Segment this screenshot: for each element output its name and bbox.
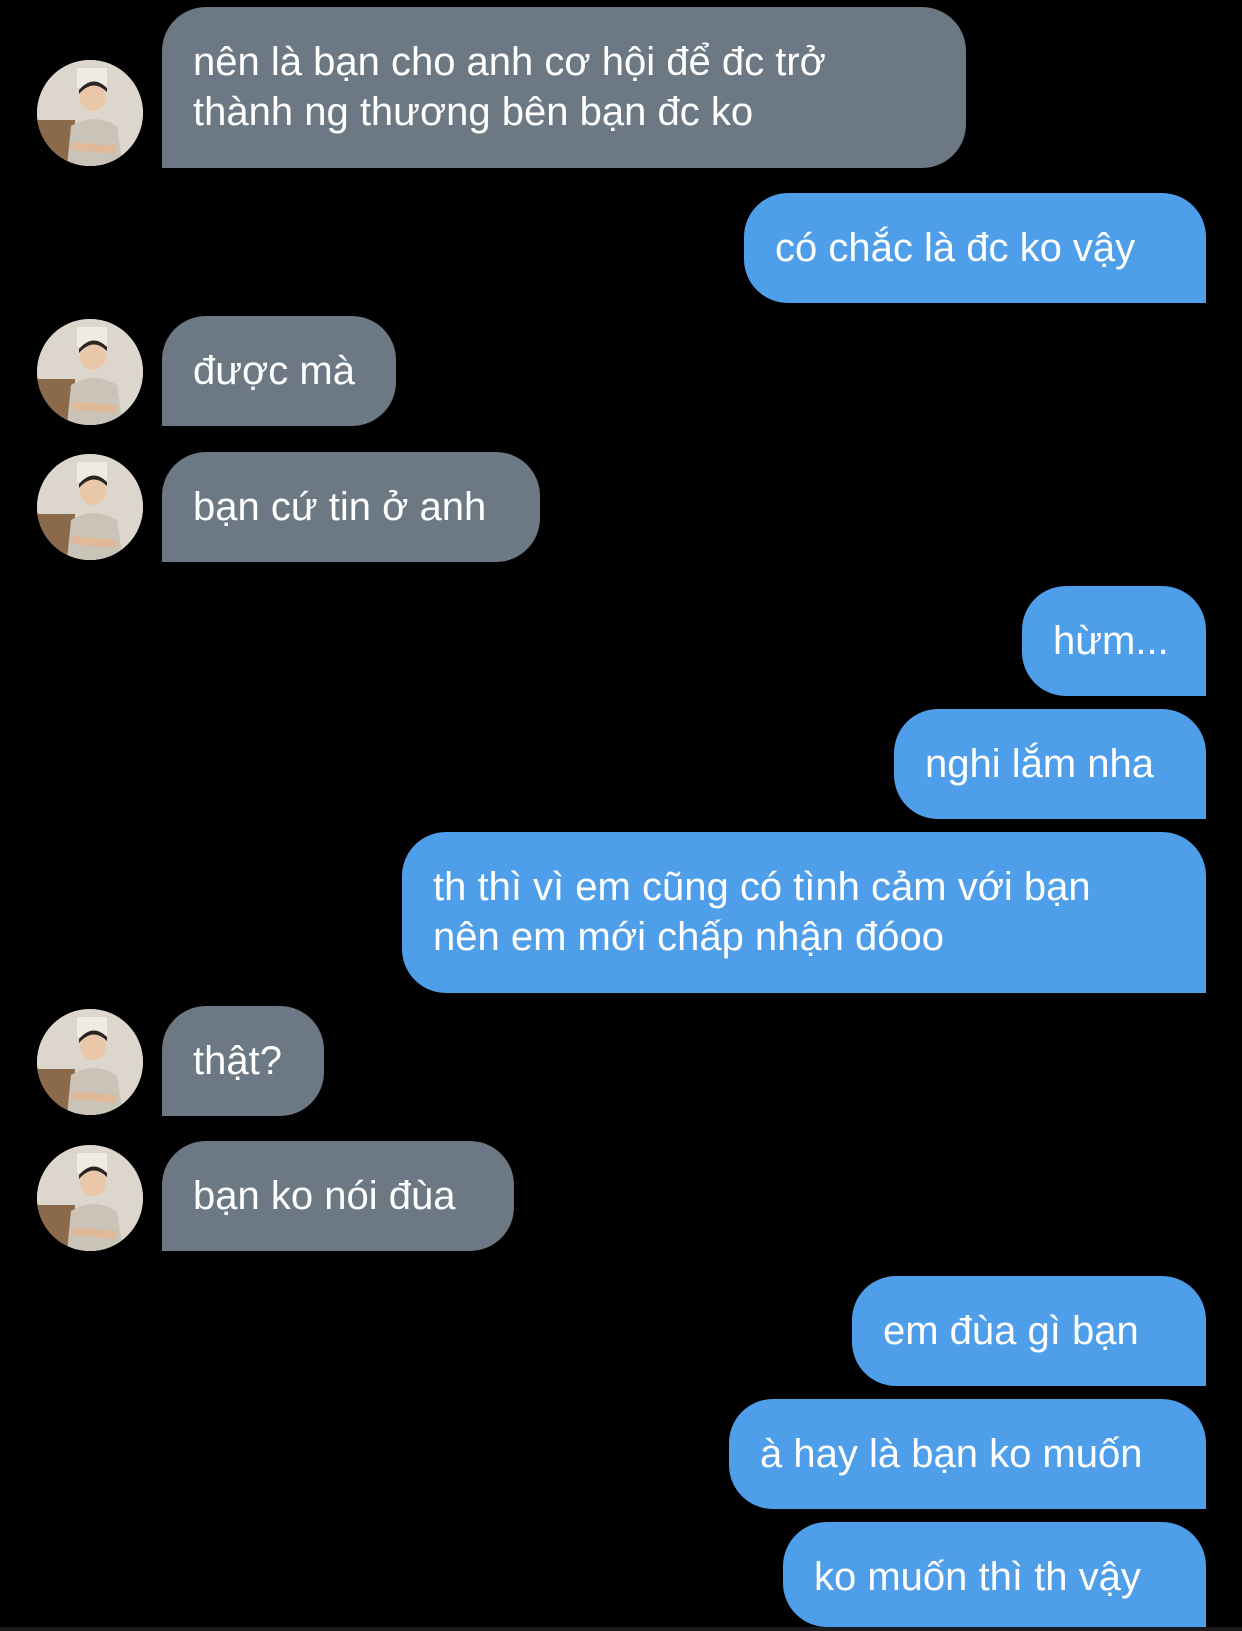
message-text: nên là bạn cho anh cơ hội để đc trở: [193, 40, 826, 84]
person-photo-icon: [37, 1009, 143, 1115]
person-photo-icon: [37, 319, 143, 425]
message-text: thật?: [193, 1039, 282, 1083]
message-text: được mà: [193, 349, 355, 393]
message-bubble-incoming[interactable]: bạn ko nói đùa: [162, 1141, 514, 1251]
message-bubble-outgoing[interactable]: hừm...: [1022, 586, 1206, 696]
avatar[interactable]: [37, 1009, 143, 1115]
message-text: hừm...: [1053, 619, 1169, 663]
message-text: th thì vì em cũng có tình cảm với bạn: [433, 865, 1091, 909]
message-text: bạn cứ tin ở anh: [193, 485, 487, 529]
message-text: à hay là bạn ko muốn: [760, 1432, 1143, 1476]
message-text: ko muốn thì th vậy: [814, 1555, 1141, 1599]
message-bubble-incoming[interactable]: thật?: [162, 1006, 324, 1116]
message-bubble-incoming[interactable]: được mà: [162, 316, 396, 426]
message-text: nên em mới chấp nhận đóoo: [433, 915, 945, 959]
message-bubble-outgoing[interactable]: nghi lắm nha: [894, 709, 1206, 819]
person-photo-icon: [37, 60, 143, 166]
divider: [0, 1627, 1242, 1631]
message-bubble-outgoing[interactable]: ko muốn thì th vậy: [783, 1522, 1206, 1627]
message-text: nghi lắm nha: [925, 742, 1155, 786]
message-thread[interactable]: nên là bạn cho anh cơ hội để đc trở thàn…: [0, 0, 1242, 1631]
person-photo-icon: [37, 454, 143, 560]
message-text: bạn ko nói đùa: [193, 1174, 456, 1218]
person-photo-icon: [37, 1145, 143, 1251]
message-text: thành ng thương bên bạn đc ko: [193, 90, 754, 134]
message-bubble-incoming[interactable]: nên là bạn cho anh cơ hội để đc trở thàn…: [162, 7, 966, 168]
avatar[interactable]: [37, 1145, 143, 1251]
message-bubble-outgoing[interactable]: à hay là bạn ko muốn: [729, 1399, 1206, 1509]
avatar[interactable]: [37, 454, 143, 560]
avatar[interactable]: [37, 319, 143, 425]
avatar[interactable]: [37, 60, 143, 166]
message-text: có chắc là đc ko vậy: [775, 226, 1136, 270]
message-text: em đùa gì bạn: [883, 1309, 1139, 1353]
message-bubble-incoming[interactable]: bạn cứ tin ở anh: [162, 452, 540, 562]
message-bubble-outgoing[interactable]: có chắc là đc ko vậy: [744, 193, 1206, 303]
message-bubble-outgoing[interactable]: em đùa gì bạn: [852, 1276, 1206, 1386]
message-bubble-outgoing[interactable]: th thì vì em cũng có tình cảm với bạn nê…: [402, 832, 1206, 993]
